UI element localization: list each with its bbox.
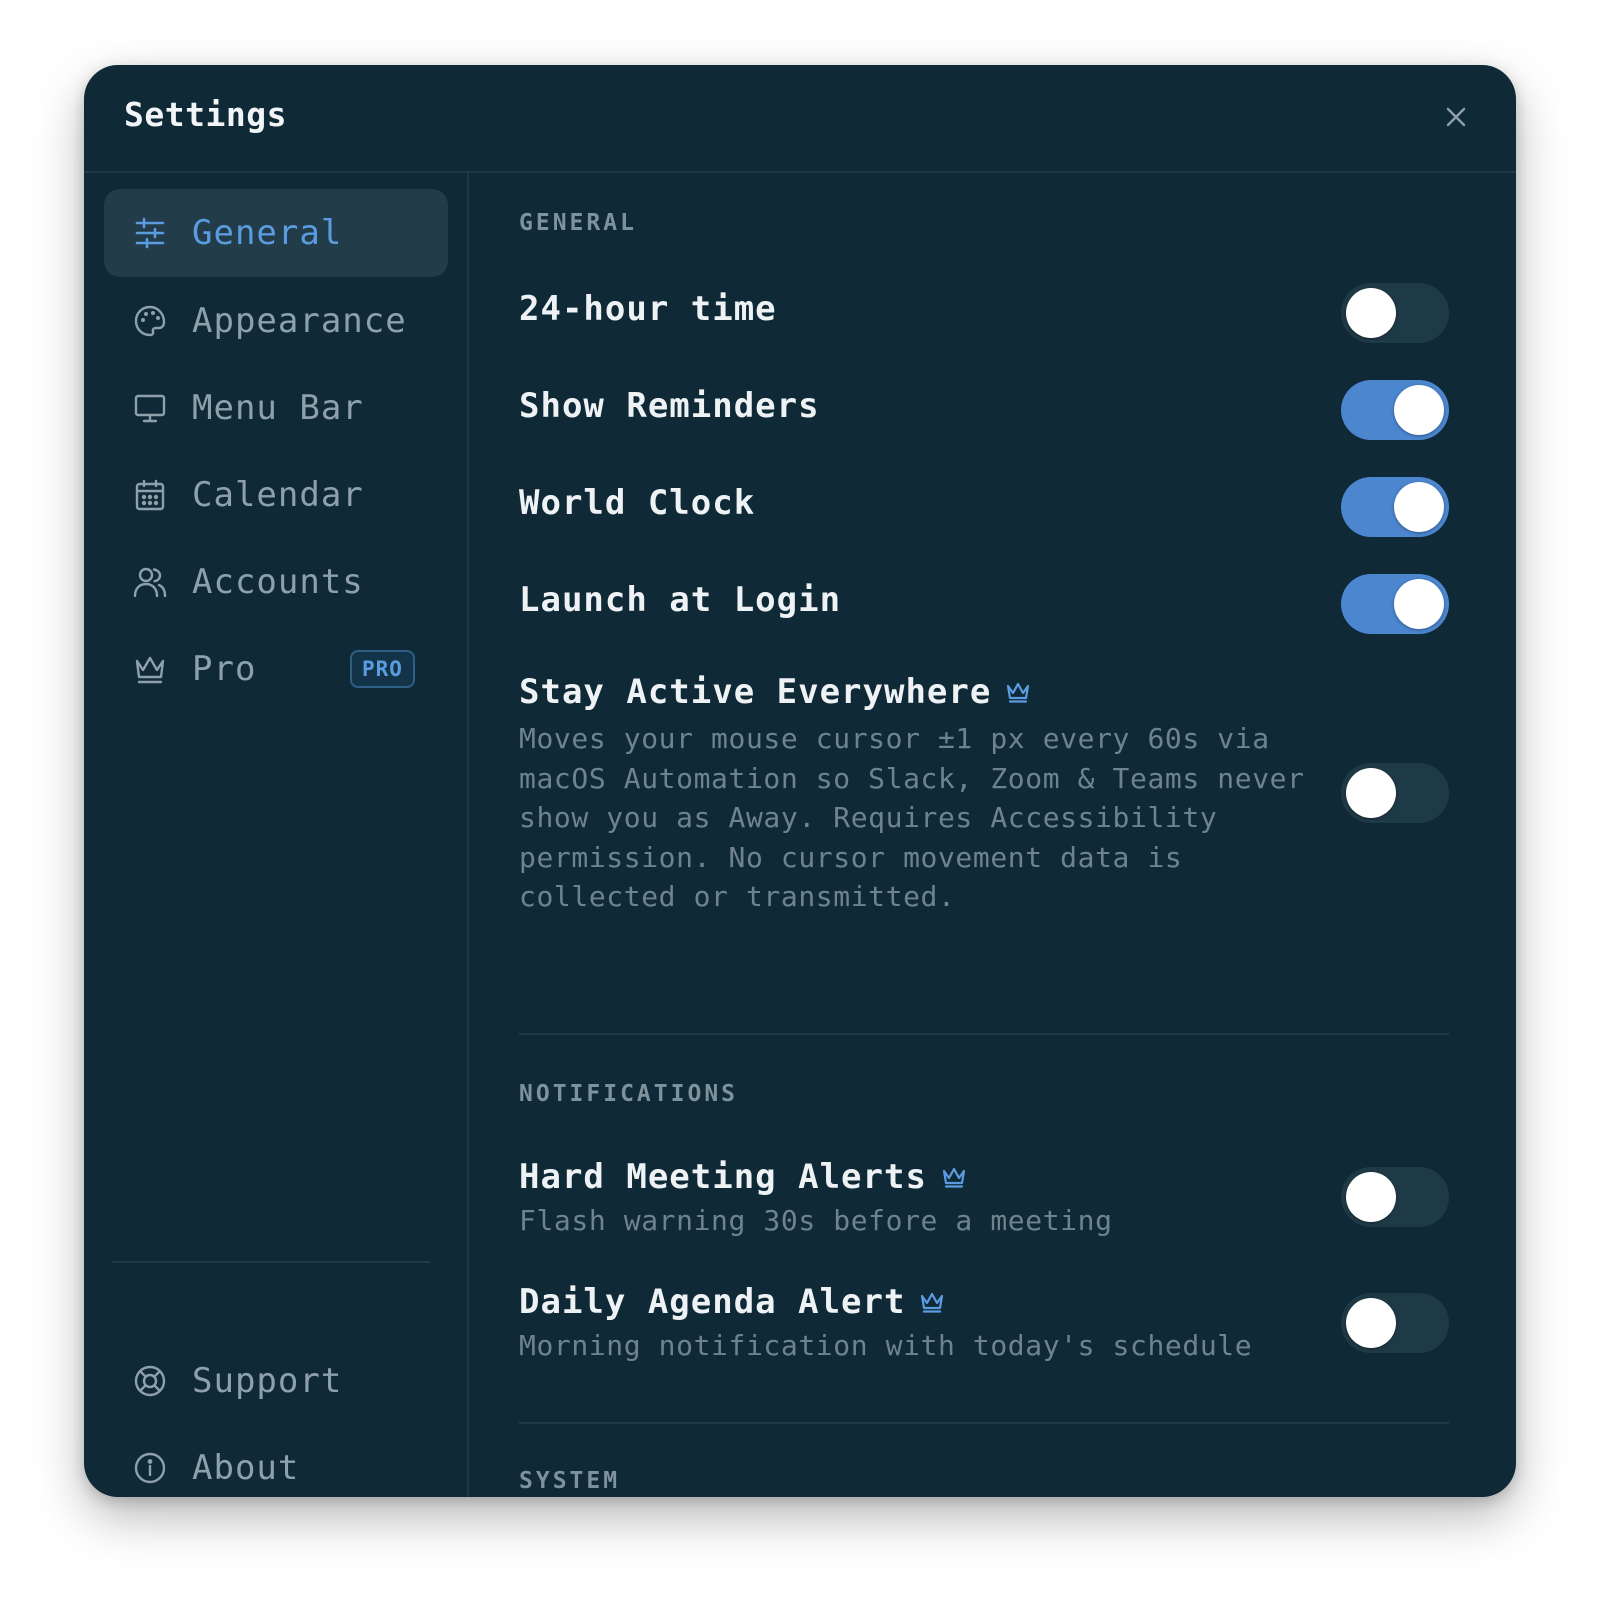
setting-label-24-hour-time: 24-hour time bbox=[519, 289, 777, 329]
toggle-hard-meeting-alerts[interactable] bbox=[1341, 1167, 1449, 1227]
section-heading-system: SYSTEM bbox=[519, 1468, 621, 1494]
toggle-24-hour-time[interactable] bbox=[1341, 283, 1449, 343]
sliders-icon bbox=[132, 215, 168, 251]
sidebar: General Appearance Menu Bar Calendar Acc… bbox=[84, 173, 469, 1497]
setting-label-stay-active-everywhere: Stay Active Everywhere bbox=[519, 672, 1031, 712]
sidebar-item-about[interactable]: About bbox=[104, 1424, 448, 1497]
sidebar-item-label: Accounts bbox=[192, 562, 364, 602]
sidebar-item-label: About bbox=[192, 1448, 300, 1488]
calendar-icon bbox=[132, 477, 168, 513]
title-bar: Settings bbox=[84, 65, 1516, 173]
crown-icon bbox=[942, 1167, 966, 1188]
setting-description-hard-meeting-alerts: Flash warning 30s before a meeting bbox=[519, 1204, 1113, 1237]
sidebar-divider bbox=[112, 1261, 430, 1263]
sidebar-item-pro[interactable]: Pro PRO bbox=[104, 625, 448, 713]
crown-icon bbox=[132, 651, 168, 687]
toggle-knob bbox=[1346, 1298, 1396, 1348]
setting-label-world-clock: World Clock bbox=[519, 483, 756, 523]
crown-icon bbox=[921, 1292, 944, 1313]
toggle-knob bbox=[1394, 579, 1444, 629]
toggle-show-reminders[interactable] bbox=[1341, 380, 1449, 440]
toggle-knob bbox=[1346, 288, 1396, 338]
close-icon bbox=[1446, 107, 1466, 127]
section-divider bbox=[519, 1422, 1449, 1424]
setting-label-hard-meeting-alerts: Hard Meeting Alerts bbox=[519, 1157, 967, 1197]
toggle-knob bbox=[1394, 482, 1444, 532]
close-button[interactable] bbox=[1438, 99, 1474, 135]
sidebar-item-general[interactable]: General bbox=[104, 189, 448, 277]
settings-window: Settings General Appearance Menu Bar Cal… bbox=[84, 65, 1516, 1497]
sidebar-item-label: Pro bbox=[192, 649, 257, 689]
sidebar-item-label: Calendar bbox=[192, 475, 364, 515]
setting-description-daily-agenda-alert: Morning notification with today's schedu… bbox=[519, 1329, 1253, 1362]
sidebar-item-label: Appearance bbox=[192, 301, 407, 341]
toggle-stay-active-everywhere[interactable] bbox=[1341, 763, 1449, 823]
section-heading-general: GENERAL bbox=[519, 210, 637, 236]
toggle-launch-at-login[interactable] bbox=[1341, 574, 1449, 634]
toggle-knob bbox=[1346, 768, 1396, 818]
toggle-knob bbox=[1346, 1172, 1396, 1222]
crown-icon bbox=[1007, 682, 1030, 703]
palette-icon bbox=[132, 303, 168, 339]
sidebar-item-label: General bbox=[192, 213, 343, 253]
settings-content: GENERAL 24-hour time Show Reminders Worl… bbox=[469, 173, 1516, 1497]
toggle-world-clock[interactable] bbox=[1341, 477, 1449, 537]
section-heading-notifications: NOTIFICATIONS bbox=[519, 1081, 739, 1107]
setting-label-show-reminders: Show Reminders bbox=[519, 386, 820, 426]
users-icon bbox=[132, 564, 168, 600]
sidebar-item-menu-bar[interactable]: Menu Bar bbox=[104, 364, 448, 452]
monitor-icon bbox=[132, 390, 168, 426]
setting-description-stay-active-everywhere: Moves your mouse cursor ±1 px every 60s … bbox=[519, 722, 1305, 913]
lifebuoy-icon bbox=[132, 1363, 168, 1399]
info-icon bbox=[132, 1450, 168, 1486]
sidebar-item-calendar[interactable]: Calendar bbox=[104, 451, 448, 539]
sidebar-item-label: Support bbox=[192, 1361, 343, 1401]
sidebar-item-label: Menu Bar bbox=[192, 388, 364, 428]
window-title: Settings bbox=[124, 95, 287, 134]
sidebar-item-accounts[interactable]: Accounts bbox=[104, 538, 448, 626]
section-divider bbox=[519, 1033, 1449, 1035]
toggle-daily-agenda-alert[interactable] bbox=[1341, 1293, 1449, 1353]
sidebar-item-support[interactable]: Support bbox=[104, 1337, 448, 1425]
sidebar-item-appearance[interactable]: Appearance bbox=[104, 277, 448, 365]
setting-label-daily-agenda-alert: Daily Agenda Alert bbox=[519, 1282, 945, 1322]
toggle-knob bbox=[1394, 385, 1444, 435]
setting-label-launch-at-login: Launch at Login bbox=[519, 580, 842, 620]
pro-badge: PRO bbox=[350, 650, 415, 688]
